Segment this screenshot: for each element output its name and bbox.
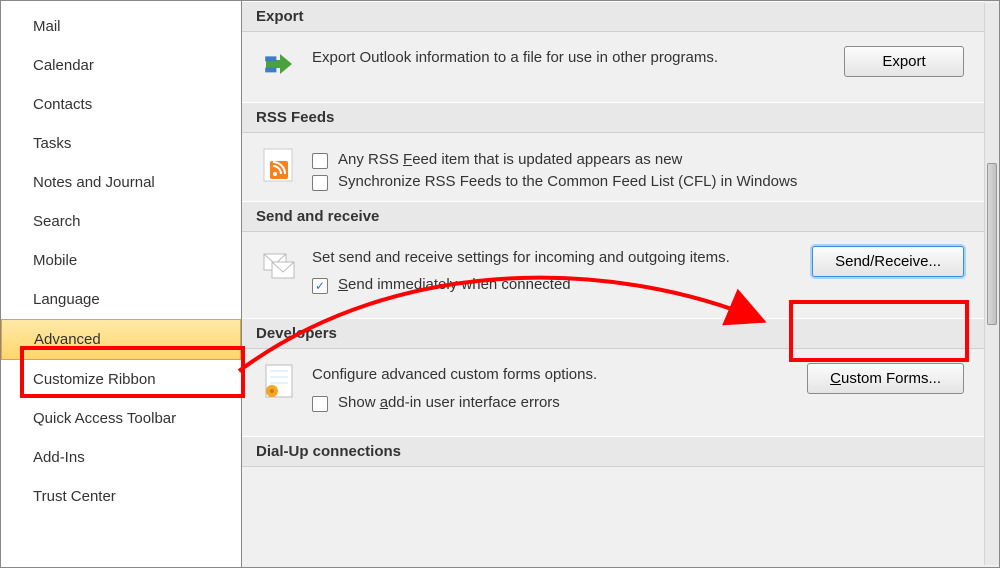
rss-updated-label: Any RSS Feed item that is updated appear…: [338, 151, 682, 168]
options-dialog: Mail Calendar Contacts Tasks Notes and J…: [0, 0, 1000, 568]
sidebar-item-trust-center[interactable]: Trust Center: [1, 477, 241, 516]
send-immediately-checkbox[interactable]: ✓: [312, 278, 328, 294]
section-send-title: Send and receive: [242, 201, 984, 232]
developers-icon: [262, 363, 298, 399]
rss-updated-checkbox[interactable]: [312, 153, 328, 169]
sidebar-item-notes[interactable]: Notes and Journal: [1, 163, 241, 202]
sidebar-item-language[interactable]: Language: [1, 280, 241, 319]
export-icon: [262, 46, 298, 82]
category-sidebar: Mail Calendar Contacts Tasks Notes and J…: [1, 1, 242, 567]
section-export-title: Export: [242, 1, 984, 32]
section-dialup-title: Dial-Up connections: [242, 436, 984, 467]
section-dev-title: Developers: [242, 318, 984, 349]
sidebar-item-addins[interactable]: Add-Ins: [1, 438, 241, 477]
section-rss-title: RSS Feeds: [242, 102, 984, 133]
export-button[interactable]: Export: [844, 46, 964, 77]
sidebar-item-tasks[interactable]: Tasks: [1, 124, 241, 163]
rss-icon: [262, 147, 298, 183]
send-receive-button[interactable]: Send/Receive...: [812, 246, 964, 277]
dev-desc: Configure advanced custom forms options.: [312, 363, 793, 385]
sidebar-item-search[interactable]: Search: [1, 202, 241, 241]
sidebar-item-qat[interactable]: Quick Access Toolbar: [1, 399, 241, 438]
scrollbar-thumb[interactable]: [987, 163, 997, 325]
rss-sync-checkbox[interactable]: [312, 175, 328, 191]
scrollbar[interactable]: [984, 3, 999, 565]
sidebar-item-mail[interactable]: Mail: [1, 7, 241, 46]
addin-errors-label: Show add-in user interface errors: [338, 394, 560, 411]
export-desc: Export Outlook information to a file for…: [312, 46, 830, 68]
custom-forms-button[interactable]: Custom Forms...: [807, 363, 964, 394]
send-desc: Set send and receive settings for incomi…: [312, 246, 798, 268]
send-receive-icon: [262, 246, 298, 282]
content-panel: Export Export Outlook information to a f…: [242, 1, 999, 567]
send-immediately-label: Send immediately when connected: [338, 276, 571, 293]
sidebar-item-customize-ribbon[interactable]: Customize Ribbon: [1, 360, 241, 399]
sidebar-item-mobile[interactable]: Mobile: [1, 241, 241, 280]
addin-errors-checkbox[interactable]: [312, 396, 328, 412]
rss-sync-label: Synchronize RSS Feeds to the Common Feed…: [338, 173, 797, 190]
sidebar-item-contacts[interactable]: Contacts: [1, 85, 241, 124]
sidebar-item-calendar[interactable]: Calendar: [1, 46, 241, 85]
sidebar-item-advanced[interactable]: Advanced: [1, 319, 241, 360]
